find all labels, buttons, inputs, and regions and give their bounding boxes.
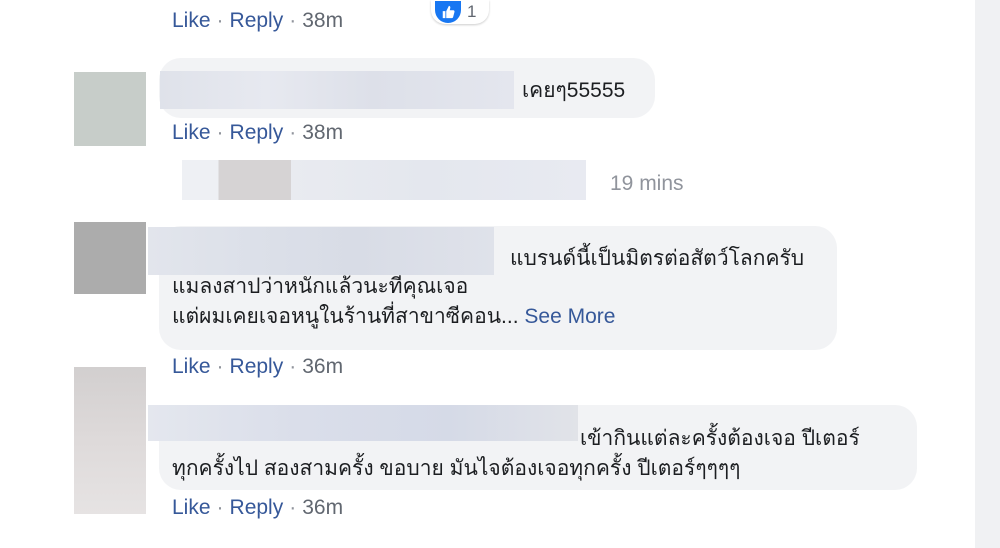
- timestamp[interactable]: 36m: [302, 496, 343, 520]
- separator: ·: [289, 496, 297, 519]
- reply-link[interactable]: Reply: [230, 355, 284, 379]
- separator: ·: [216, 9, 224, 32]
- timestamp[interactable]: 38m: [302, 121, 343, 145]
- reaction-badge[interactable]: 1: [431, 0, 489, 24]
- separator: ·: [216, 121, 224, 144]
- separator: ·: [289, 9, 297, 32]
- comment-text: เคยๆ55555: [522, 79, 626, 102]
- right-gutter: [975, 0, 1000, 548]
- redacted-name: [148, 227, 494, 275]
- avatar[interactable]: [74, 222, 146, 294]
- avatar[interactable]: [74, 72, 146, 146]
- comment-text-line: แมลงสาปว่าหนักแล้วนะทีคุณเจอ: [172, 275, 469, 298]
- comment-actions: Like · Reply · 36m: [172, 496, 343, 520]
- comment-actions: Like · Reply · 36m: [172, 355, 343, 379]
- separator: ·: [216, 496, 224, 519]
- reaction-count: 1: [467, 2, 477, 21]
- timestamp[interactable]: 38m: [302, 9, 343, 33]
- comment-text-line: แต่ผมเคยเจอหนูในร้านที่สาขาซีคอน... See …: [172, 300, 615, 333]
- redacted-name: [148, 405, 578, 441]
- comment-text-truncated: แต่ผมเคยเจอหนูในร้านที่สาขาซีคอน...: [172, 305, 519, 328]
- comment-text-line: เข้ากินแต่ละครั้งต้องเจอ ปีเตอร์: [580, 427, 860, 450]
- separator: ·: [216, 355, 224, 378]
- reply-link[interactable]: Reply: [230, 121, 284, 145]
- avatar[interactable]: [74, 367, 146, 514]
- reply-preview[interactable]: [182, 160, 586, 200]
- comment-text-line: แบรนด์นี้เป็นมิตรต่อสัตว์โลกครับ: [510, 247, 805, 270]
- like-icon: [435, 1, 461, 23]
- reply-link[interactable]: Reply: [230, 9, 284, 33]
- separator: ·: [289, 121, 297, 144]
- like-link[interactable]: Like: [172, 355, 211, 379]
- comment-actions: Like · Reply · 38m: [172, 9, 343, 33]
- reply-link[interactable]: Reply: [230, 496, 284, 520]
- like-link[interactable]: Like: [172, 496, 211, 520]
- like-link[interactable]: Like: [172, 9, 211, 33]
- separator: ·: [289, 355, 297, 378]
- like-link[interactable]: Like: [172, 121, 211, 145]
- reply-preview-time[interactable]: 19 mins: [610, 172, 684, 196]
- see-more-link[interactable]: See More: [524, 305, 615, 328]
- timestamp[interactable]: 36m: [302, 355, 343, 379]
- comment-text-line: ทุกครั้งไป สองสามครั้ง ขอบาย มันไจต้องเจ…: [172, 457, 741, 480]
- comment-actions: Like · Reply · 38m: [172, 121, 343, 145]
- redacted-name: [160, 71, 514, 109]
